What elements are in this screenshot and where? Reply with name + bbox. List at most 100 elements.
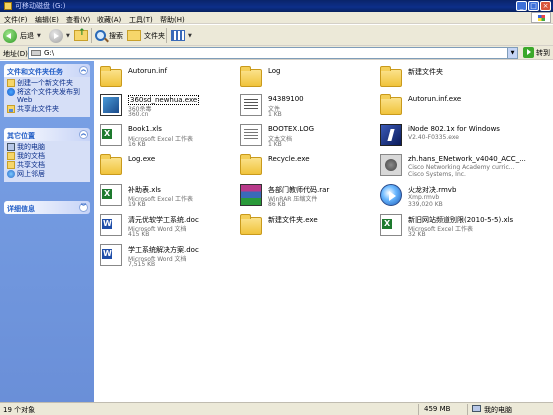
place-shared-documents[interactable]: 共享文档 [7,161,88,169]
file-name: Autorun.inf.exe [408,95,462,103]
menu-help[interactable]: 帮助(H) [160,15,185,25]
place-network[interactable]: 网上邻居 [7,170,88,178]
expand-icon[interactable]: ︾ [79,203,88,212]
file-item[interactable]: 学工系统解决方案.doc Microsoft Word 文档 7,515 KB [96,241,236,271]
file-size: 7,515 KB [128,261,156,268]
file-item-selected[interactable]: 360sd_newhua.exe 360杀毒 360.cn [96,91,236,121]
file-tasks-panel: 文件和文件夹任务 ︽ 创建一个新文件夹 将这个文件夹发布到 Web 共享此文件夹 [4,64,90,117]
chevron-down-icon[interactable]: ▼ [507,48,517,58]
object-count: 19 个对象 [3,406,36,414]
search-button[interactable]: 搜索 [95,27,123,44]
task-share-folder[interactable]: 共享此文件夹 [7,105,88,113]
file-item[interactable]: Log.exe [96,151,236,181]
task-label: 将这个文件夹发布到 Web [17,88,80,104]
file-name: 新建文件夹.exe [268,216,318,224]
forward-button[interactable]: ▼ [49,27,70,44]
cisco-icon [380,154,402,176]
other-places-header[interactable]: 其它位置 ︽ [4,128,90,141]
drive-icon [31,50,41,56]
menu-edit[interactable]: 编辑(E) [35,15,59,25]
my-computer-icon [472,405,481,412]
file-item[interactable]: iNode 802.1x for Windows V2.40-F0335.exe [376,121,546,151]
my-computer-icon [7,143,15,151]
my-documents-icon [7,152,15,160]
details-panel: 详细信息 ︾ [4,201,90,214]
folder-icon [380,66,402,87]
file-item[interactable]: Autorun.inf.exe [376,91,516,121]
go-label: 转到 [536,48,550,57]
details-header[interactable]: 详细信息 ︾ [4,201,90,214]
toolbar-separator [91,28,92,43]
file-icon [240,94,262,116]
up-button[interactable] [74,27,88,44]
file-item[interactable]: Book1.xls Microsoft Excel 工作表 16 KB [96,121,236,151]
file-item[interactable]: zh.hans_ENetwork_v4040_ACC_... Cisco Net… [376,151,546,181]
file-tasks-header[interactable]: 文件和文件夹任务 ︽ [4,64,90,77]
task-new-folder[interactable]: 创建一个新文件夹 [7,79,88,87]
exe-icon [100,94,122,116]
status-bar: 19 个对象 459 MB 我的电脑 [0,402,553,415]
file-item[interactable]: Autorun.inf [96,63,236,93]
maximize-button[interactable]: □ [528,1,539,11]
file-name: zh.hans_ENetwork_v4040_ACC_... [408,155,526,163]
file-item[interactable]: Log [236,63,376,93]
minimize-button[interactable]: _ [516,1,527,11]
go-button[interactable]: 转到 [523,47,550,58]
file-name: Recycle.exe [268,155,310,163]
task-publish-web[interactable]: 将这个文件夹发布到 Web [7,88,88,104]
file-name: Log [268,67,281,75]
rar-icon [240,184,262,206]
file-type: V2.40-F0335.exe [408,134,459,141]
text-file-icon [240,124,262,146]
place-my-computer[interactable]: 我的电脑 [7,143,88,151]
total-size: 459 MB [424,405,451,413]
back-arrow-icon [3,28,17,43]
file-size: 360.cn [128,111,149,118]
place-my-documents[interactable]: 我的文档 [7,152,88,160]
file-item[interactable]: 各部门教师代码.rar WinRAR 压缩文件 86 KB [236,181,376,211]
inode-icon [380,124,402,146]
file-item[interactable]: 新建文件夹.exe [236,211,376,241]
back-label: 后退 [20,31,34,40]
file-item[interactable]: 清元优软学工系统.doc Microsoft Word 文档 415 KB [96,211,236,241]
collapse-icon[interactable]: ︽ [79,130,88,139]
menu-favorites[interactable]: 收藏(A) [97,15,121,25]
file-item[interactable]: 新旧网站频道别限(2010-5-5).xls Microsoft Excel 工… [376,211,546,241]
folder-icon [100,66,122,87]
address-value: G:\ [44,49,55,57]
back-button[interactable]: 后退 ▼ [3,27,41,44]
folders-button[interactable]: 文件夹 [127,27,165,44]
menu-bar: 文件(F) 编辑(E) 查看(V) 收藏(A) 工具(T) 帮助(H) [0,12,553,24]
file-name: Book1.xls [128,125,162,133]
folder-icon [240,66,262,87]
file-item[interactable]: Recycle.exe [236,151,376,181]
menu-file[interactable]: 文件(F) [4,15,28,25]
address-field[interactable]: G:\ ▼ [28,47,518,59]
go-arrow-icon [523,47,534,58]
menu-tools[interactable]: 工具(T) [129,15,153,25]
word-icon [100,244,122,266]
file-size: 19 KB [128,201,146,208]
collapse-icon[interactable]: ︽ [79,66,88,75]
network-icon [7,170,15,178]
place-label: 我的电脑 [17,143,45,151]
file-name: iNode 802.1x for Windows [408,125,500,133]
other-places-title: 其它位置 [7,132,35,140]
excel-icon [380,214,402,236]
menu-view[interactable]: 查看(V) [66,15,90,25]
close-button[interactable]: × [540,1,551,11]
file-name: 新建文件夹 [408,68,443,76]
file-item[interactable]: 94389100 文件 1 KB [236,91,376,121]
file-item[interactable]: 补助表.xls Microsoft Excel 工作表 19 KB [96,181,236,211]
excel-icon [100,124,122,146]
file-name: BOOTEX.LOG [268,125,315,133]
file-item[interactable]: BOOTEX.LOG 文本文档 1 KB [236,121,376,151]
file-size: Cisco Systems, Inc. [408,171,466,178]
file-item[interactable]: 新建文件夹 [376,63,516,93]
toolbar: 后退 ▼ ▼ 搜索 文件夹 ▼ [0,25,553,46]
folder-icon [240,214,262,235]
file-item[interactable]: 火龙对决.rmvb Xmp.rmvb 339,020 KB [376,181,516,211]
task-pane: 文件和文件夹任务 ︽ 创建一个新文件夹 将这个文件夹发布到 Web 共享此文件夹… [0,61,94,402]
address-label: 地址(D) [3,50,28,58]
views-button[interactable]: ▼ [171,27,192,44]
